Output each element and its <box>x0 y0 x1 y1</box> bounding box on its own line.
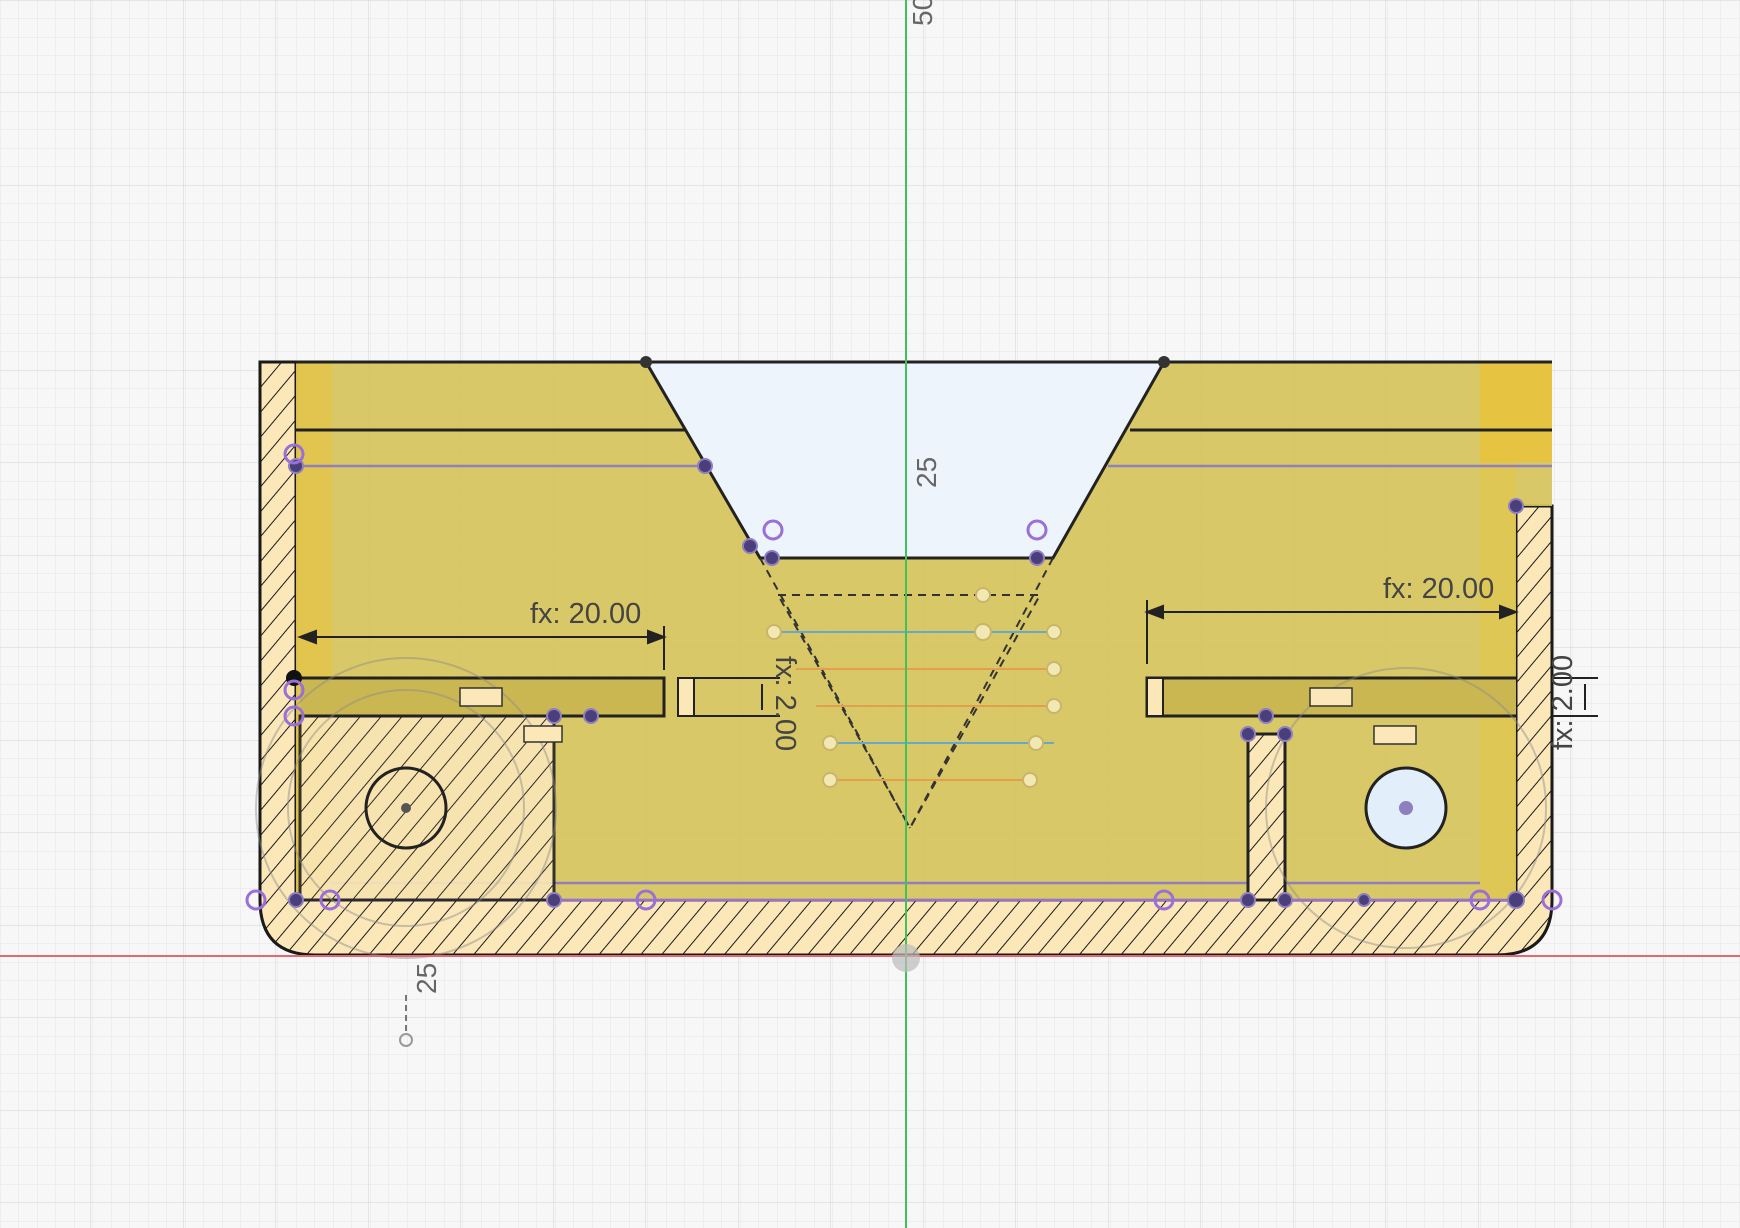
svg-text:fx: 20.00: fx: 20.00 <box>530 598 641 630</box>
svg-text:fx: 2.00: fx: 2.00 <box>769 656 801 751</box>
svg-text:fx: 20.00: fx: 20.00 <box>1383 573 1494 605</box>
axis-label-center: 25 <box>911 457 942 488</box>
left-slot-tab <box>677 677 695 717</box>
sketch-canvas[interactable]: 50 25 25 fx: 20.00 fx: 20.00 fx: 2.00 fx… <box>0 0 1740 1228</box>
top-right-strip <box>1480 362 1552 462</box>
origin-marker[interactable] <box>892 944 920 972</box>
axis-label-bottom-left: 25 <box>411 963 442 994</box>
axis-label-top: 50 <box>907 0 938 26</box>
right-slot-tab <box>1146 677 1164 717</box>
left-hole-center <box>401 803 411 813</box>
left-hatched-block[interactable] <box>298 714 556 902</box>
svg-text:fx: 2.00: fx: 2.00 <box>1547 655 1579 750</box>
right-hole-center <box>1399 801 1413 815</box>
